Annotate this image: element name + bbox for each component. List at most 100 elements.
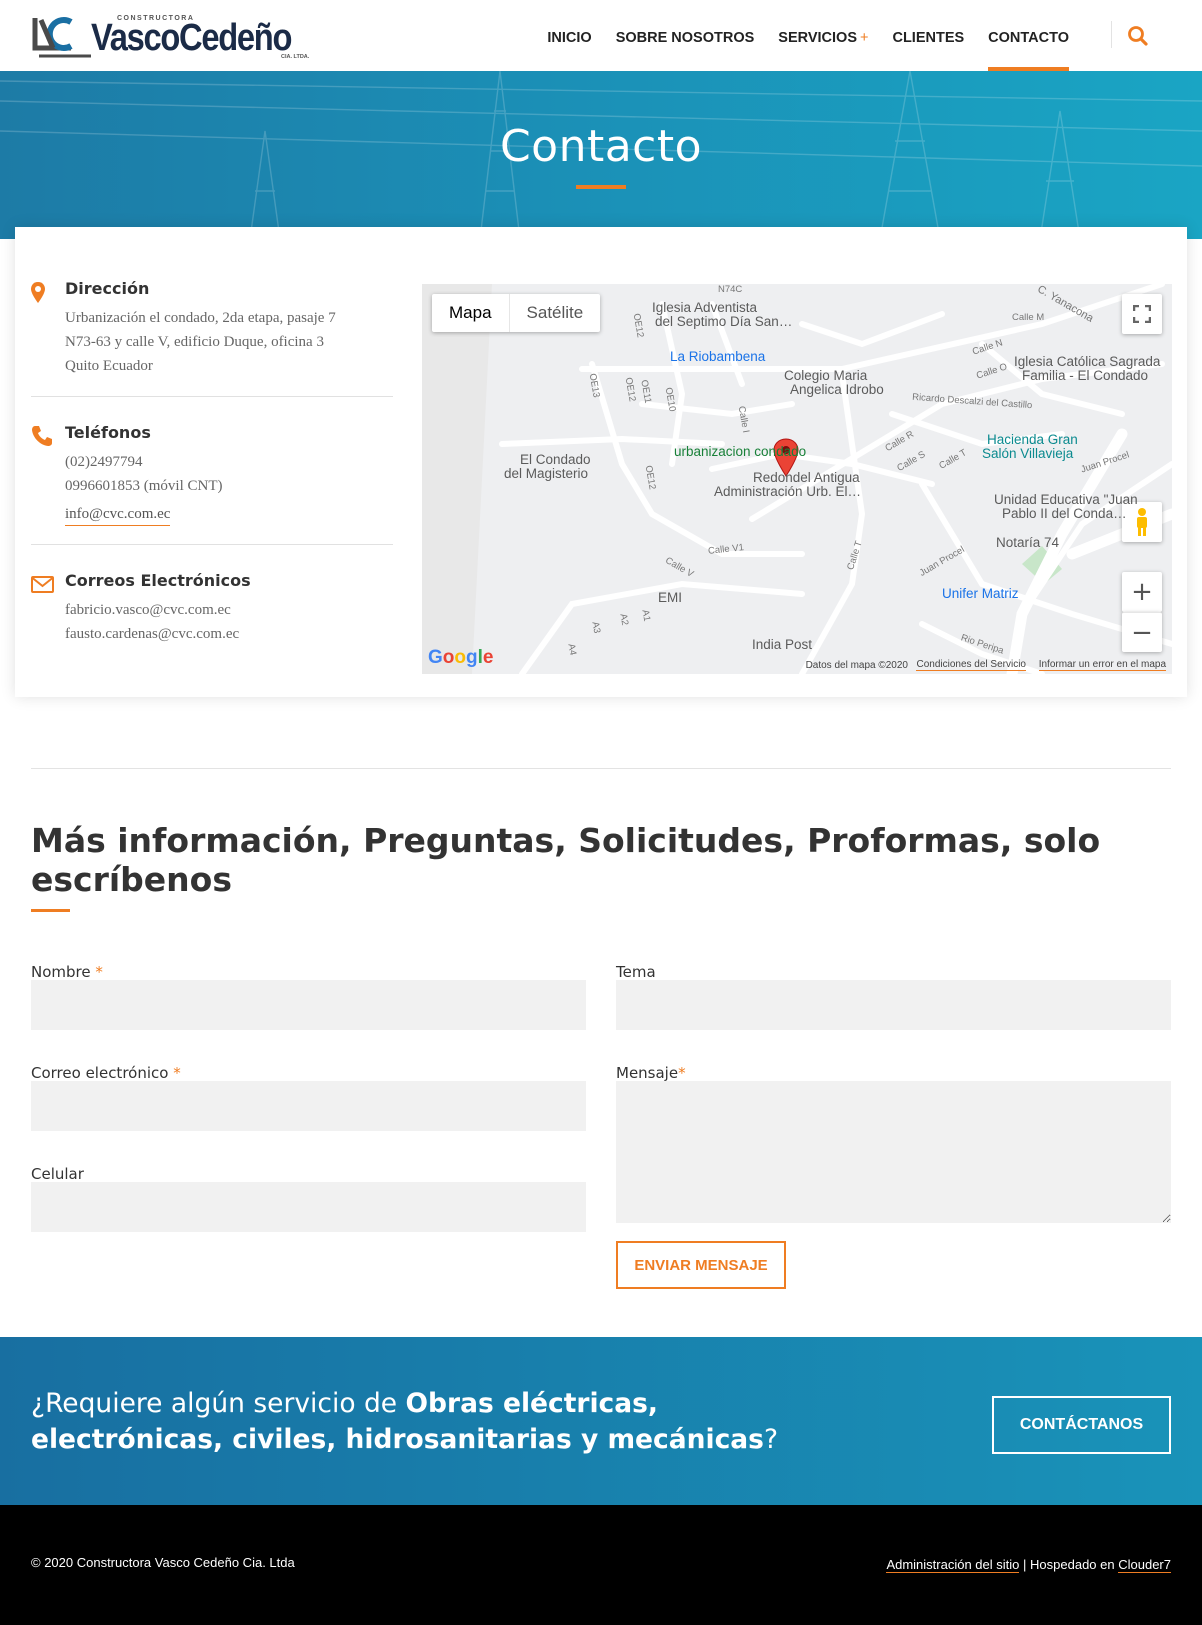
host-link[interactable]: Clouder7 (1118, 1557, 1171, 1573)
correo-input[interactable] (31, 1081, 586, 1131)
zoom-out-button[interactable]: − (1122, 612, 1162, 652)
nav-clientes[interactable]: CLIENTES (892, 0, 964, 71)
map-street-label: A4 (565, 642, 579, 657)
address-title: Dirección (65, 279, 150, 298)
contactanos-button[interactable]: CONTÁCTANOS (992, 1396, 1171, 1454)
zoom-in-button[interactable]: + (1122, 572, 1162, 612)
required-mark: * (173, 1064, 181, 1082)
address-line: Urbanización el condado, 2da etapa, pasa… (65, 310, 336, 326)
map-label: urbanizacion condado (674, 444, 807, 459)
nav-servicios[interactable]: SERVICIOS + (778, 0, 868, 71)
admin-link[interactable]: Administración del sitio (886, 1557, 1020, 1573)
mensaje-label: Mensaje* (616, 1064, 686, 1082)
tema-label: Tema (616, 963, 656, 981)
emails-title: Correos Electrónicos (65, 571, 251, 590)
footer-links: Administración del sitio | Hospedado en … (886, 1557, 1171, 1573)
nav-divider (1111, 21, 1112, 48)
envelope-icon (31, 576, 54, 593)
main-nav: INICIO SOBRE NOSOTROS SERVICIOS + CLIENTE… (523, 0, 1069, 71)
map-label: Iglesia Católica Sagrada (1014, 354, 1161, 369)
site-logo[interactable]: CONSTRUCTORA VascoCedeño CIA. LTDA. (31, 10, 321, 60)
map-street-label: A1 (639, 608, 653, 623)
map-label: Salón Villavieja (982, 446, 1074, 461)
celular-label: Celular (31, 1165, 84, 1183)
nav-inicio-label: INICIO (547, 30, 592, 46)
site-footer: © 2020 Constructora Vasco Cedeño Cia. Lt… (0, 1505, 1202, 1625)
emails-block: Correos Electrónicos fabricio.vasco@cvc.… (31, 571, 393, 646)
google-map[interactable]: Mapa Satélite + − Iglesia Adventista del… (422, 284, 1172, 674)
info-email-link[interactable]: info@cvc.com.ec (65, 503, 171, 526)
phone-number: (02)2497794 (65, 454, 143, 470)
nombre-label: Nombre * (31, 963, 103, 981)
nav-servicios-label: SERVICIOS (778, 30, 857, 46)
cta-text-prefix: ¿Requiere algún servicio de (31, 1388, 406, 1419)
map-label: Familia - El Condado (1022, 368, 1149, 383)
nav-sobre-nosotros[interactable]: SOBRE NOSOTROS (616, 0, 755, 71)
map-label: Hacienda Gran (987, 432, 1078, 447)
search-icon[interactable] (1127, 25, 1149, 47)
map-data-credit: Datos del mapa ©2020 (805, 660, 908, 671)
logo-name: VascoCedeño (91, 17, 292, 59)
map-street-label: N74C (718, 284, 743, 295)
site-header: CONSTRUCTORA VascoCedeño CIA. LTDA. INIC… (0, 0, 1202, 71)
divider (31, 544, 393, 545)
nombre-label-text: Nombre (31, 963, 91, 981)
cta-banner: ¿Requiere algún servicio de Obras eléctr… (0, 1337, 1202, 1505)
nav-contacto[interactable]: CONTACTO (988, 0, 1069, 71)
section-divider (31, 768, 1171, 769)
map-label: del Magisterio (504, 466, 589, 481)
mensaje-textarea[interactable] (616, 1081, 1171, 1223)
pegman-icon[interactable] (1122, 502, 1162, 542)
page-title: Contacto (499, 121, 703, 172)
nombre-input[interactable] (31, 980, 586, 1030)
contact-card: Dirección Urbanización el condado, 2da e… (15, 227, 1187, 697)
divider (31, 396, 393, 397)
mensaje-label-text: Mensaje (616, 1064, 679, 1082)
nav-clientes-label: CLIENTES (892, 30, 965, 46)
contact-form: Nombre * Tema Correo electrónico * Mensa… (0, 912, 1202, 1337)
phones-title: Teléfonos (65, 423, 151, 442)
celular-input[interactable] (31, 1182, 586, 1232)
nav-inicio[interactable]: INICIO (547, 0, 591, 71)
title-underline (576, 185, 626, 189)
map-label: del Septimo Día San… (655, 314, 793, 329)
map-label: Unifer Matriz (942, 586, 1019, 601)
map-tab-mapa[interactable]: Mapa (432, 294, 509, 332)
google-logo: Google (428, 647, 494, 668)
correo-label-text: Correo electrónico (31, 1064, 169, 1082)
phones-block: Teléfonos (02)2497794 0996601853 (móvil … (31, 423, 393, 526)
nav-contacto-label: CONTACTO (988, 30, 1069, 46)
map-label: Angelica Idrobo (790, 382, 884, 397)
tema-input[interactable] (616, 980, 1171, 1030)
map-label: Pablo II del Conda… (1002, 506, 1127, 521)
page-hero: Contacto (0, 71, 1202, 239)
map-street-label: Calle M (1012, 312, 1045, 323)
map-tab-satelite[interactable]: Satélite (508, 294, 601, 332)
map-label: Redondel Antigua (753, 470, 860, 485)
form-title: Más información, Preguntas, Solicitudes,… (31, 821, 1101, 899)
map-type-tabs: Mapa Satélite (432, 294, 601, 332)
contact-info: Dirección Urbanización el condado, 2da e… (31, 279, 393, 646)
map-label: Administración Urb. El… (714, 484, 862, 499)
map-label: Colegio Maria (784, 368, 868, 383)
map-label: Iglesia Adventista (652, 300, 758, 315)
map-terms-link[interactable]: Condiciones del Servicio (916, 659, 1026, 671)
send-message-button[interactable]: ENVIAR MENSAJE (616, 1241, 786, 1289)
map-street-label: A3 (589, 620, 603, 635)
required-mark: * (678, 1064, 686, 1082)
map-label: Unidad Educativa "Juan (994, 492, 1138, 507)
map-pin-icon (31, 282, 45, 303)
fullscreen-icon[interactable] (1122, 294, 1162, 334)
correo-label: Correo electrónico * (31, 1064, 181, 1082)
email-address: fabricio.vasco@cvc.com.ec (65, 602, 231, 618)
map-label: El Condado (520, 452, 591, 467)
nav-servicios-expand-icon: + (860, 30, 869, 46)
nav-sobre-nosotros-label: SOBRE NOSOTROS (615, 30, 755, 46)
cta-text-suffix: ? (763, 1424, 779, 1455)
map-label: India Post (752, 637, 813, 652)
hosted-text: Hospedado en (1030, 1557, 1115, 1572)
map-report-link[interactable]: Informar un error en el mapa (1038, 659, 1166, 671)
map-label: EMI (658, 590, 683, 605)
email-address: fausto.cardenas@cvc.com.ec (65, 626, 240, 642)
required-mark: * (95, 963, 103, 981)
